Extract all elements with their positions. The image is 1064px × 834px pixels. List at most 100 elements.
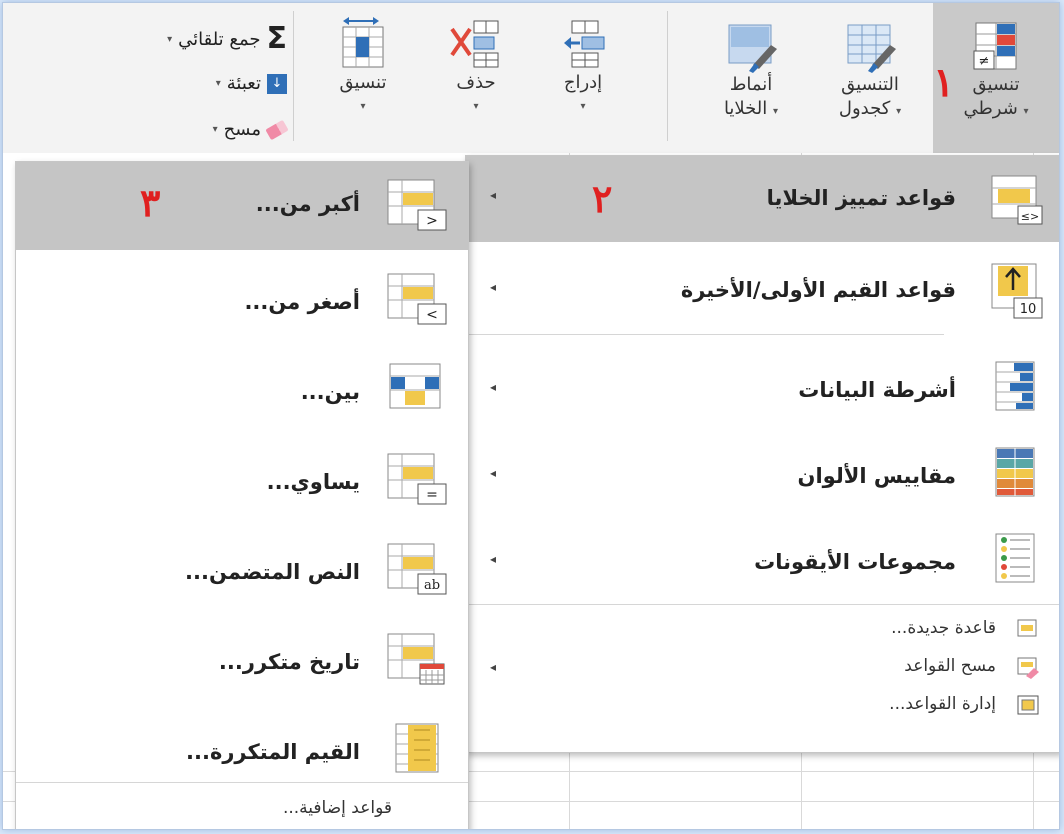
clear-label: مسح <box>223 119 261 140</box>
equal-to-icon: = <box>387 453 447 505</box>
insert-cells-icon <box>564 20 605 68</box>
submenu-item-between[interactable]: بين... <box>16 348 468 434</box>
submenu-item-label: النص المتضمن... <box>185 560 360 584</box>
ribbon-home-tab: ≠ تنسيق شرطي ▾ ١ التنسيق كجدول ▾ أنماط ا <box>3 3 1059 154</box>
menu-item-label: إدارة القواعد... <box>889 694 996 714</box>
format-cells-icon <box>342 17 384 68</box>
menu-separator <box>466 604 1059 605</box>
menu-separator <box>466 334 944 335</box>
step-number-1: ١ <box>933 59 955 106</box>
step-number-2: ٢ <box>592 176 613 221</box>
insert-cells-button[interactable]: إدراج ▾ <box>543 15 623 119</box>
insert-cells-label: إدراج <box>563 72 603 93</box>
icon-sets-icon <box>995 533 1035 583</box>
data-bars-icon <box>995 361 1035 411</box>
clear-rules-icon <box>1017 657 1039 679</box>
menu-item-icon-sets[interactable]: ◂ مجموعات الأيقونات <box>466 516 1059 602</box>
between-icon <box>389 363 441 409</box>
ribbon-separator <box>667 11 668 141</box>
fill-button[interactable]: ↓ تعبئة ▾ <box>216 73 287 94</box>
submenu-item-label: القيم المتكررة... <box>186 740 360 764</box>
menu-item-new-rule[interactable]: قاعدة جديدة... <box>466 612 1059 648</box>
submenu-arrow-icon: ◂ <box>490 280 497 294</box>
format-cells-label: تنسيق <box>339 72 387 93</box>
submenu-item-text-contains[interactable]: النص المتضمن... ab <box>16 528 468 614</box>
top-bottom-icon: 10 <box>991 263 1043 319</box>
menu-item-top-bottom-rules[interactable]: ◂ قواعد القيم الأولى/الأخيرة 10 <box>466 244 1059 330</box>
chevron-down-icon: ▾ <box>896 106 902 117</box>
highlight-cells-submenu: ٣ أكبر من... > أصغر من... < بين... يساوي… <box>15 161 469 829</box>
format-as-table-button[interactable]: التنسيق كجدول ▾ <box>811 21 929 124</box>
menu-separator <box>16 782 468 783</box>
svg-text:ab: ab <box>424 578 440 593</box>
submenu-arrow-icon: ◂ <box>490 552 497 566</box>
svg-text:≠: ≠ <box>979 54 990 69</box>
submenu-item-greater-than[interactable]: ٣ أكبر من... > <box>16 162 468 250</box>
menu-item-label: مجموعات الأيقونات <box>754 550 956 574</box>
menu-item-label: مسح القواعد <box>904 656 996 676</box>
cell-styles-button[interactable]: أنماط الخلايا ▾ <box>693 21 809 124</box>
menu-item-highlight-cells-rules[interactable]: ◂ ٢ قواعد تمييز الخلايا ≤> <box>466 156 1059 242</box>
submenu-arrow-icon: ◂ <box>490 380 497 394</box>
ribbon-separator <box>293 11 294 141</box>
menu-item-label: قواعد تمييز الخلايا <box>766 186 956 210</box>
submenu-arrow-icon: ◂ <box>490 466 497 480</box>
menu-item-label: مقاييس الألوان <box>797 464 956 488</box>
chevron-down-icon: ▾ <box>212 124 218 135</box>
submenu-arrow-icon: ◂ <box>490 188 497 202</box>
menu-item-clear-rules[interactable]: ◂ مسح القواعد <box>466 650 1059 686</box>
menu-item-manage-rules[interactable]: إدارة القواعد... <box>466 688 1059 724</box>
conditional-formatting-label-2: شرطي <box>963 98 1018 119</box>
menu-item-label: قواعد القيم الأولى/الأخيرة <box>680 278 956 302</box>
excel-window: ≠ تنسيق شرطي ▾ ١ التنسيق كجدول ▾ أنماط ا <box>2 2 1060 830</box>
svg-text:<: < <box>426 307 438 323</box>
menu-item-color-scales[interactable]: ◂ مقاييس الألوان <box>466 430 1059 516</box>
submenu-item-label: تاريخ متكرر... <box>218 650 360 674</box>
clear-button[interactable]: مسح ▾ <box>212 119 289 140</box>
highlight-cells-icon: ≤> <box>991 175 1043 225</box>
greater-than-icon: > <box>387 179 447 231</box>
svg-text:10: 10 <box>1020 302 1037 317</box>
delete-cells-label: حذف <box>456 72 496 93</box>
autosum-button[interactable]: Σ جمع تلقائي ▾ <box>167 21 288 56</box>
eraser-icon <box>265 119 289 140</box>
menu-item-data-bars[interactable]: ◂ أشرطة البيانات <box>466 344 1059 430</box>
color-scales-icon <box>995 447 1035 497</box>
chevron-down-icon: ▾ <box>167 33 173 45</box>
menu-item-label: أشرطة البيانات <box>798 378 956 402</box>
fill-down-icon: ↓ <box>267 73 287 94</box>
submenu-item-equal-to[interactable]: يساوي... = <box>16 438 468 524</box>
autosum-label: جمع تلقائي <box>178 28 261 50</box>
conditional-formatting-icon: ≠ <box>973 22 1017 70</box>
manage-rules-icon <box>1017 695 1039 715</box>
new-rule-icon <box>1017 619 1037 637</box>
submenu-item-label: أكبر من... <box>255 192 360 216</box>
conditional-formatting-menu: ◂ ٢ قواعد تمييز الخلايا ≤> ◂ قواعد القيم… <box>465 155 1059 753</box>
format-as-table-label-2: كجدول <box>838 98 891 119</box>
format-cells-button[interactable]: تنسيق ▾ <box>313 15 413 119</box>
submenu-item-label: بين... <box>300 380 360 404</box>
fill-label: تعبئة <box>226 73 261 94</box>
chevron-down-icon: ▾ <box>473 101 479 112</box>
delete-cells-button[interactable]: حذف ▾ <box>431 15 521 119</box>
submenu-item-more-rules[interactable]: قواعد إضافية... <box>16 792 468 828</box>
chevron-down-icon: ▾ <box>1023 106 1029 117</box>
cell-styles-icon <box>728 24 777 73</box>
submenu-item-date-occurring[interactable]: تاريخ متكرر... <box>16 618 468 704</box>
svg-text:≤>: ≤> <box>1021 210 1039 223</box>
less-than-icon: < <box>387 273 447 325</box>
submenu-item-less-than[interactable]: أصغر من... < <box>16 258 468 344</box>
cell-styles-label-2: الخلايا <box>723 98 768 119</box>
step-number-3: ٣ <box>140 180 161 225</box>
menu-item-label: قاعدة جديدة... <box>891 618 996 638</box>
chevron-down-icon: ▾ <box>215 78 221 89</box>
sigma-icon: Σ <box>266 21 288 56</box>
delete-cells-icon <box>450 20 499 68</box>
svg-text:=: = <box>426 487 438 503</box>
date-occurring-icon <box>387 633 445 685</box>
cell-styles-label: أنماط <box>729 74 773 95</box>
format-as-table-icon <box>847 24 896 73</box>
submenu-item-label: قواعد إضافية... <box>282 798 392 818</box>
submenu-item-label: أصغر من... <box>244 290 360 314</box>
duplicate-values-icon <box>395 723 439 773</box>
